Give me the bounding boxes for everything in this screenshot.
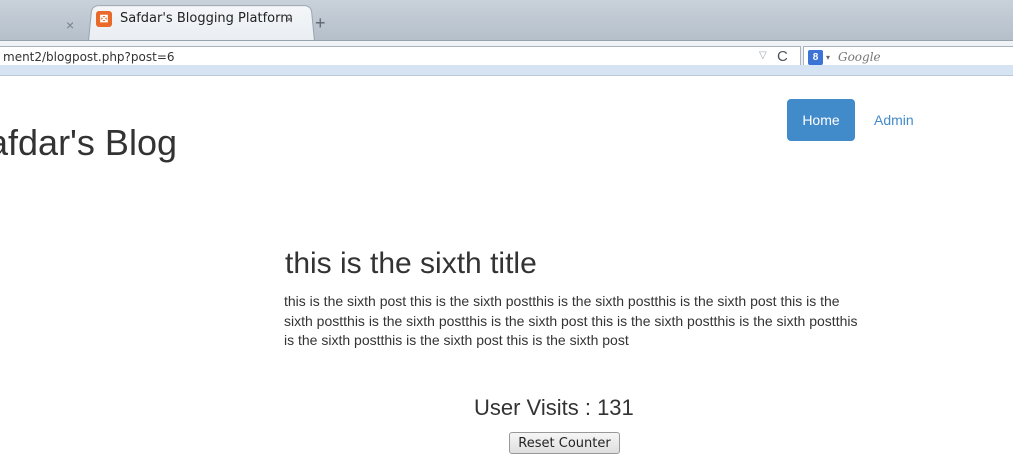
new-tab-button[interactable]: + (315, 14, 326, 32)
search-engine-icon[interactable]: 8 (808, 50, 823, 65)
reset-counter-button[interactable]: Reset Counter (509, 432, 620, 454)
active-tab[interactable]: ⊠ Safdar's Blogging Platform × (96, 10, 306, 32)
reload-icon[interactable]: C (777, 48, 788, 65)
site-title: afdar's Blog (0, 122, 177, 163)
visit-counter: User Visits : 131 (474, 395, 634, 420)
tab-strip: × ⊠ Safdar's Blogging Platform × + (0, 0, 1013, 41)
previous-tab[interactable]: × (0, 7, 95, 40)
url-text[interactable]: ment2/blogpost.php?post=6 (3, 50, 175, 64)
tab-title: Safdar's Blogging Platform (120, 11, 293, 26)
nav-admin-link[interactable]: Admin (874, 99, 914, 141)
url-history-dropdown-icon[interactable]: ▽ (759, 50, 767, 61)
close-icon[interactable]: × (66, 17, 74, 33)
toolbar-divider (0, 65, 1013, 76)
post-body: this is the sixth post this is the sixth… (284, 293, 858, 348)
favicon-icon: ⊠ (96, 11, 112, 27)
search-placeholder[interactable]: Google (838, 50, 881, 64)
chevron-down-icon[interactable]: ▾ (826, 53, 830, 62)
nav-home-link[interactable]: Home (787, 99, 855, 141)
close-icon[interactable]: × (285, 10, 293, 28)
post-title: this is the sixth title (285, 247, 537, 280)
